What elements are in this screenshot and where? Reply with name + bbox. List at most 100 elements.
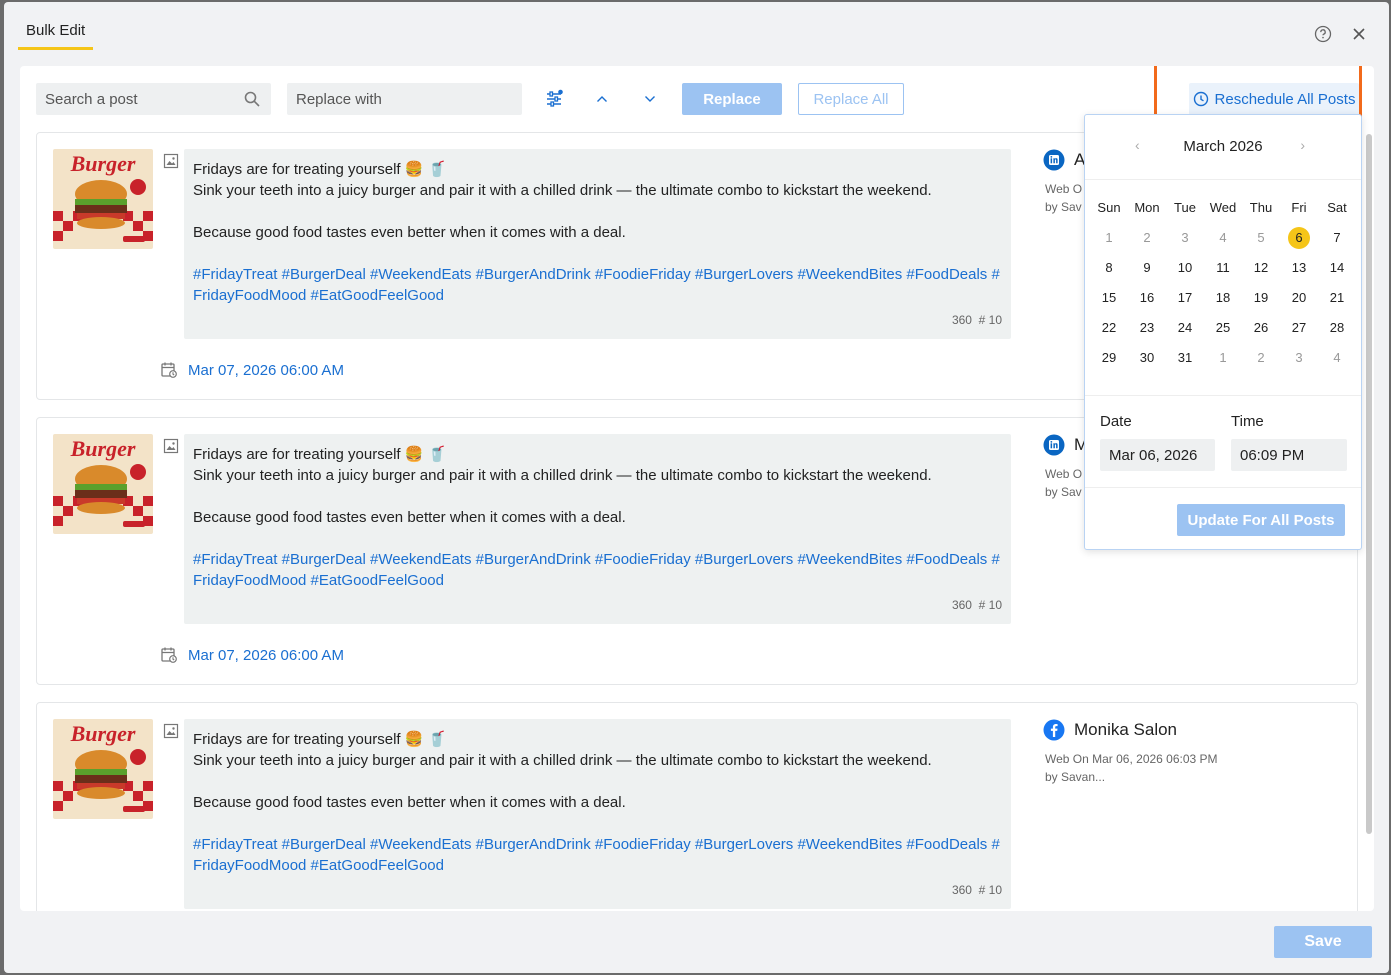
calendar-day[interactable]: 26 — [1242, 315, 1280, 341]
date-field[interactable]: Mar 06, 2026 — [1100, 439, 1215, 471]
account-name: Monika Salon — [1074, 720, 1178, 739]
help-icon[interactable] — [1313, 24, 1333, 44]
calendar-day[interactable]: 24 — [1166, 315, 1204, 341]
calendar-day[interactable]: 12 — [1242, 255, 1280, 281]
weekday-label: Thu — [1249, 200, 1273, 215]
calendar-day[interactable]: 22 — [1090, 315, 1128, 341]
update-for-all-posts-button[interactable]: Update For All Posts — [1177, 504, 1345, 536]
svg-text:Burger: Burger — [70, 436, 136, 461]
replace-all-button[interactable]: Replace All — [798, 83, 904, 115]
calendar-day[interactable]: 9 — [1128, 255, 1166, 281]
time-field[interactable]: 06:09 PM — [1231, 439, 1347, 471]
calendar-day[interactable]: 29 — [1090, 345, 1128, 371]
post-thumbnail[interactable]: Burger — [53, 719, 153, 819]
svg-text:Burger: Burger — [70, 721, 136, 746]
filter-settings-icon[interactable] — [543, 88, 565, 110]
schedule-label: Mar 07, 2026 06:00 AM — [188, 361, 344, 379]
calendar-week-row: 8 9 10 11 12 13 14 — [1090, 255, 1356, 281]
modal-header: Bulk Edit — [4, 2, 1389, 64]
char-count: 360 — [951, 313, 972, 327]
tab-bulk-edit[interactable]: Bulk Edit — [18, 18, 94, 50]
account-author: by Savan... — [1045, 770, 1106, 784]
post-text-editor[interactable]: Fridays are for treating yourself 🍔 🥤 Si… — [184, 719, 1011, 909]
char-count: 360 — [951, 883, 972, 897]
calendar-day[interactable]: 14 — [1318, 255, 1356, 281]
svg-text:Burger: Burger — [70, 151, 136, 176]
calendar-day[interactable]: 27 — [1280, 315, 1318, 341]
hashtag-count: # 10 — [978, 598, 1002, 612]
post-counters: 360 # 10 — [952, 310, 1002, 331]
calendar-day[interactable]: 3 — [1166, 225, 1204, 251]
char-count: 360 — [951, 598, 972, 612]
account-meta: Web On Mar 06, 2026 06:03 PM — [1045, 752, 1218, 766]
calendar-day[interactable]: 1 — [1090, 225, 1128, 251]
month-title: March 2026 — [1183, 138, 1263, 155]
calendar-week-row: 22 23 24 25 26 27 28 — [1090, 315, 1356, 341]
date-label: Date — [1100, 413, 1132, 430]
post-hashtags: #FridayTreat #BurgerDeal #WeekendEats #B… — [193, 836, 1000, 874]
search-input[interactable] — [36, 89, 271, 109]
schedule-datetime[interactable]: Mar 07, 2026 06:00 AM — [160, 646, 344, 664]
post-hashtags: #FridayTreat #BurgerDeal #WeekendEats #B… — [193, 551, 1000, 589]
chevron-right-icon[interactable]: › — [1300, 137, 1305, 153]
scrollbar[interactable] — [1366, 134, 1372, 834]
calendar-day[interactable]: 4 — [1204, 225, 1242, 251]
replace-box — [287, 83, 522, 115]
calendar-day[interactable]: 8 — [1090, 255, 1128, 281]
calendar-day[interactable]: 5 — [1242, 225, 1280, 251]
calendar-day[interactable]: 13 — [1280, 255, 1318, 281]
image-icon[interactable] — [163, 153, 179, 169]
calendar-day[interactable]: 6 — [1280, 225, 1318, 251]
image-icon[interactable] — [163, 438, 179, 454]
post-text-editor[interactable]: Fridays are for treating yourself 🍔 🥤 Si… — [184, 434, 1011, 624]
chevron-up-icon[interactable] — [591, 88, 613, 110]
calendar-day[interactable]: 19 — [1242, 285, 1280, 311]
post-counters: 360 # 10 — [952, 595, 1002, 616]
calendar-day[interactable]: 3 — [1280, 345, 1318, 371]
calendar-day[interactable]: 4 — [1318, 345, 1356, 371]
schedule-datetime[interactable]: Mar 07, 2026 06:00 AM — [160, 361, 344, 379]
selected-day: 6 — [1288, 227, 1310, 249]
calendar-day[interactable]: 16 — [1128, 285, 1166, 311]
calendar-day[interactable]: 10 — [1166, 255, 1204, 281]
calendar-day[interactable]: 31 — [1166, 345, 1204, 371]
calendar-day[interactable]: 18 — [1204, 285, 1242, 311]
weekday-label: Sun — [1097, 200, 1121, 215]
calendar-week-row: 29 30 31 1 2 3 4 — [1090, 345, 1356, 371]
post-line: Fridays are for treating yourself 🍔 🥤 — [193, 161, 447, 178]
calendar-day[interactable]: 7 — [1318, 225, 1356, 251]
time-label: Time — [1231, 413, 1264, 430]
post-line: Sink your teeth into a juicy burger and … — [193, 467, 932, 484]
post-text-editor[interactable]: Fridays are for treating yourself 🍔 🥤 Si… — [184, 149, 1011, 339]
calendar-day[interactable]: 15 — [1090, 285, 1128, 311]
calendar-day[interactable]: 20 — [1280, 285, 1318, 311]
weekday-label: Wed — [1209, 200, 1237, 215]
calendar-day[interactable]: 25 — [1204, 315, 1242, 341]
calendar-day[interactable]: 28 — [1318, 315, 1356, 341]
clock-icon — [1193, 91, 1208, 107]
calendar-day[interactable]: 1 — [1204, 345, 1242, 371]
calendar-day[interactable]: 11 — [1204, 255, 1242, 281]
post-thumbnail[interactable]: Burger — [53, 434, 153, 534]
calendar-day[interactable]: 2 — [1242, 345, 1280, 371]
calendar-day[interactable]: 23 — [1128, 315, 1166, 341]
replace-input[interactable] — [287, 89, 522, 109]
linkedin-icon — [1043, 434, 1065, 456]
save-button[interactable]: Save — [1274, 926, 1372, 958]
calendar-day[interactable]: 21 — [1318, 285, 1356, 311]
calendar-day[interactable]: 17 — [1166, 285, 1204, 311]
image-icon[interactable] — [163, 723, 179, 739]
search-icon[interactable] — [243, 90, 261, 108]
calendar-day[interactable]: 30 — [1128, 345, 1166, 371]
reschedule-all-posts-button[interactable]: Reschedule All Posts — [1189, 83, 1359, 115]
post-line: Sink your teeth into a juicy burger and … — [193, 752, 932, 769]
chevron-down-icon[interactable] — [639, 88, 661, 110]
calendar-day[interactable]: 2 — [1128, 225, 1166, 251]
replace-button[interactable]: Replace — [682, 83, 782, 115]
close-icon[interactable] — [1349, 24, 1369, 44]
weekday-label: Sat — [1327, 200, 1347, 215]
post-line: Because good food tastes even better whe… — [193, 794, 626, 811]
reschedule-datepicker: ‹ March 2026 › Sun Mon Tue Wed Thu Fri Sat 123… — [1084, 114, 1362, 550]
post-thumbnail[interactable]: Burger — [53, 149, 153, 249]
weekday-header: Sun Mon Tue Wed Thu Fri Sat — [1090, 195, 1356, 221]
